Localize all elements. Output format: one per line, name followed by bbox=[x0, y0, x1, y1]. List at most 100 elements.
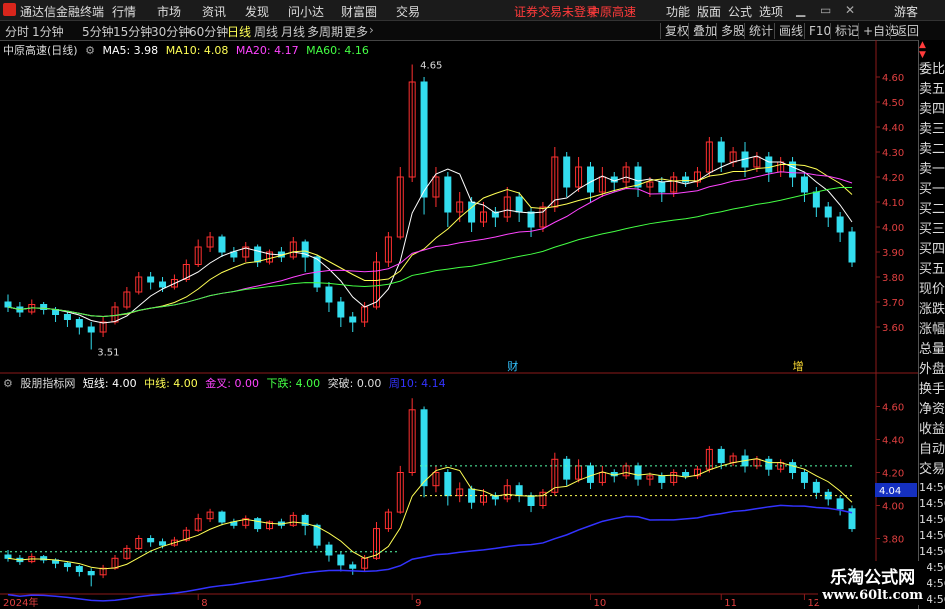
period-30min[interactable]: 30分钟 bbox=[151, 23, 190, 40]
menu-news[interactable]: 资讯 bbox=[202, 3, 226, 20]
candle[interactable] bbox=[765, 156, 773, 173]
x-tick: 2024年 bbox=[3, 596, 38, 609]
indicator-candle[interactable] bbox=[515, 485, 523, 497]
chart-canvas[interactable]: 4.60 4.50 4.40 4.30 4.20 4.10 4.00 3.90 3.80 3.70… bbox=[0, 40, 918, 609]
quote-panel-item: 卖四 bbox=[919, 102, 945, 117]
indicator-candle[interactable] bbox=[765, 458, 773, 470]
indicator-candle[interactable] bbox=[717, 448, 725, 464]
indicator-candle[interactable] bbox=[218, 511, 226, 523]
indicator-candle[interactable] bbox=[527, 495, 535, 507]
candle[interactable] bbox=[337, 301, 345, 318]
chevron-right-icon[interactable]: › bbox=[369, 23, 374, 37]
candle[interactable] bbox=[836, 216, 844, 233]
menu-discover[interactable]: 发现 bbox=[245, 3, 269, 20]
stats-button[interactable]: 统计 bbox=[744, 23, 777, 39]
period-tick[interactable]: 分时 bbox=[5, 23, 29, 40]
candle[interactable] bbox=[658, 181, 666, 193]
candle[interactable] bbox=[63, 314, 71, 320]
period-daily[interactable]: 日线 bbox=[227, 23, 251, 40]
indicator-candle[interactable] bbox=[836, 498, 844, 510]
login-notice[interactable]: 证券交易未登录 bbox=[514, 3, 598, 20]
period-multi[interactable]: 多周期 bbox=[307, 23, 343, 40]
indicator-candle[interactable] bbox=[800, 472, 808, 483]
menu-layout[interactable]: 版面 bbox=[697, 3, 721, 20]
indicator-y-tick: 4.60 bbox=[882, 403, 904, 414]
indicator-candle[interactable] bbox=[682, 472, 690, 477]
candle[interactable] bbox=[824, 206, 832, 218]
candle[interactable] bbox=[444, 176, 452, 213]
menu-function[interactable]: 功能 bbox=[666, 3, 690, 20]
candle[interactable] bbox=[349, 316, 357, 323]
quote-panel-item: 买二 bbox=[919, 202, 945, 217]
back-button[interactable]: 返回 bbox=[890, 23, 923, 39]
indicator-candle[interactable] bbox=[337, 554, 345, 566]
indicator-candle[interactable] bbox=[586, 465, 594, 483]
period-15min[interactable]: 15分钟 bbox=[113, 23, 152, 40]
candle[interactable] bbox=[563, 156, 571, 188]
candle[interactable] bbox=[717, 141, 725, 163]
indicator-candle[interactable] bbox=[634, 465, 642, 480]
menu-formula[interactable]: 公式 bbox=[728, 3, 752, 20]
indicator-candle[interactable] bbox=[444, 472, 452, 497]
indicator-candle[interactable] bbox=[254, 518, 262, 530]
candle[interactable] bbox=[586, 166, 594, 193]
period-more[interactable]: 更多 bbox=[344, 23, 368, 40]
candle[interactable] bbox=[147, 276, 155, 283]
indicator-candle[interactable] bbox=[325, 544, 333, 556]
quote-panel-item: 14:56 bbox=[919, 529, 945, 542]
indicator-candle[interactable] bbox=[159, 541, 167, 546]
indicator-candle[interactable] bbox=[63, 562, 71, 568]
candle[interactable] bbox=[527, 211, 535, 228]
quote-panel-item[interactable]: 自动 bbox=[919, 440, 945, 460]
period-weekly[interactable]: 周线 bbox=[254, 23, 278, 40]
x-tick: 9 bbox=[415, 598, 421, 609]
y-tick: 4.00 bbox=[882, 223, 904, 234]
candle[interactable] bbox=[420, 81, 428, 198]
period-60min[interactable]: 60分钟 bbox=[189, 23, 228, 40]
candle[interactable] bbox=[812, 191, 820, 208]
candle[interactable] bbox=[682, 176, 690, 183]
quote-panel-item: 涨跌 bbox=[919, 302, 945, 317]
indicator-candle[interactable] bbox=[349, 564, 357, 569]
indicator-candle[interactable] bbox=[789, 462, 797, 474]
indicator-candle[interactable] bbox=[563, 458, 571, 480]
dividend-marker[interactable]: 财 bbox=[507, 359, 518, 373]
watermark-title: 乐淘公式网 bbox=[830, 568, 916, 588]
restore-icon[interactable]: ▭ bbox=[820, 3, 831, 17]
candle[interactable] bbox=[75, 319, 83, 328]
candle[interactable] bbox=[800, 176, 808, 193]
period-5min[interactable]: 5分钟 bbox=[82, 23, 114, 40]
y-tick: 4.40 bbox=[882, 123, 904, 134]
candle[interactable] bbox=[515, 196, 523, 213]
candle[interactable] bbox=[254, 246, 262, 263]
menu-trade[interactable]: 交易 bbox=[396, 3, 420, 20]
candle[interactable] bbox=[325, 286, 333, 303]
period-1min[interactable]: 1分钟 bbox=[32, 23, 64, 40]
indicator-candle[interactable] bbox=[147, 538, 155, 543]
period-monthly[interactable]: 月线 bbox=[281, 23, 305, 40]
indicator-candle[interactable] bbox=[87, 571, 95, 576]
menu-wealth[interactable]: 财富圈 bbox=[341, 3, 377, 20]
indicator-candle[interactable] bbox=[420, 409, 428, 487]
draw-button[interactable]: 画线 bbox=[774, 23, 807, 39]
menu-quotes[interactable]: 行情 bbox=[112, 3, 136, 20]
indicator-candle[interactable] bbox=[75, 566, 83, 572]
candle[interactable] bbox=[159, 281, 167, 288]
menu-market[interactable]: 市场 bbox=[157, 3, 181, 20]
quote-panel-item: 14:56 bbox=[919, 545, 945, 558]
indicator-candle[interactable] bbox=[658, 475, 666, 483]
close-icon[interactable]: ✕ bbox=[845, 3, 855, 17]
increase-marker[interactable]: 增 bbox=[793, 359, 804, 373]
quote-panel-item[interactable]: 交易 bbox=[919, 460, 945, 480]
candle[interactable] bbox=[468, 201, 476, 223]
guest-label[interactable]: 游客 bbox=[894, 3, 918, 20]
menu-options[interactable]: 选项 bbox=[759, 3, 783, 20]
candle[interactable] bbox=[218, 236, 226, 253]
indicator-candle[interactable] bbox=[812, 481, 820, 493]
minimize-icon[interactable]: ▁ bbox=[796, 3, 805, 17]
menu-ask[interactable]: 问小达 bbox=[288, 3, 324, 20]
candle[interactable] bbox=[848, 231, 856, 263]
candle[interactable] bbox=[87, 326, 95, 333]
indicator-candle[interactable] bbox=[4, 554, 12, 559]
candle[interactable] bbox=[4, 301, 12, 308]
